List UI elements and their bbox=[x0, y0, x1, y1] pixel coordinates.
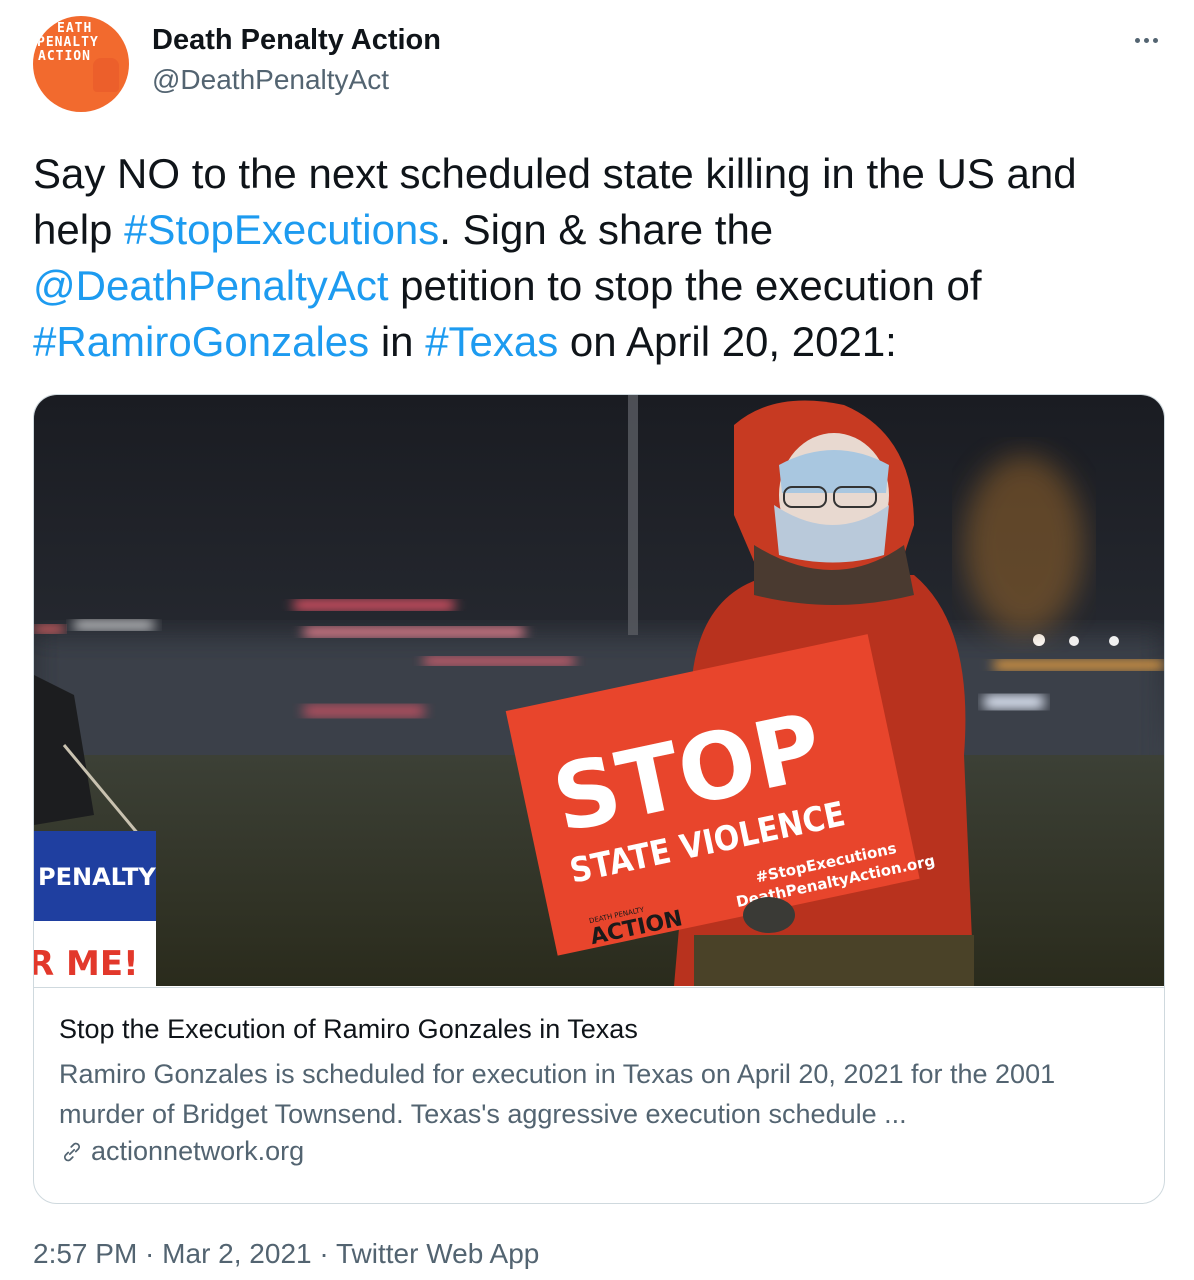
card-description: Ramiro Gonzales is scheduled for executi… bbox=[59, 1059, 1056, 1129]
footer-separator: · bbox=[137, 1238, 163, 1269]
card-domain-text: actionnetwork.org bbox=[91, 1136, 305, 1166]
tweet-line-1: Say NO to the next scheduled state killi… bbox=[33, 150, 1077, 197]
avatar-logo-line-2: PENALTY bbox=[37, 35, 99, 50]
tweet-after-stop: . Sign & share the bbox=[439, 206, 774, 253]
tweet-source[interactable]: Twitter Web App bbox=[336, 1238, 539, 1269]
card-photo: PENALTY R ME! STOP STATE VIOLENCE #StopE… bbox=[34, 395, 1164, 986]
mention-death-penalty-act[interactable]: @DeathPenaltyAct bbox=[33, 262, 388, 309]
more-options-button[interactable] bbox=[1126, 22, 1166, 58]
photo-scene: PENALTY R ME! STOP STATE VIOLENCE #StopE… bbox=[34, 395, 1164, 986]
tweet-in: in bbox=[369, 318, 426, 365]
hashtag-texas[interactable]: #Texas bbox=[425, 318, 558, 365]
card-domain: actionnetwork.org bbox=[59, 1136, 304, 1167]
card-meta[interactable]: Stop the Execution of Ramiro Gonzales in… bbox=[34, 987, 1164, 1203]
more-icon bbox=[1133, 37, 1160, 43]
tweet-time[interactable]: 2:57 PM bbox=[33, 1238, 137, 1269]
tweet-date[interactable]: Mar 2, 2021 bbox=[162, 1238, 311, 1269]
link-card[interactable]: PENALTY R ME! STOP STATE VIOLENCE #StopE… bbox=[33, 394, 1165, 1204]
left-sign-top-text: PENALTY bbox=[38, 863, 156, 891]
left-sign-bottom-text: R ME! bbox=[34, 944, 139, 984]
author-handle[interactable]: @DeathPenaltyAct bbox=[152, 64, 389, 96]
tweet-footer: 2:57 PM · Mar 2, 2021 · Twitter Web App bbox=[33, 1238, 539, 1270]
tweet-text: Say NO to the next scheduled state killi… bbox=[33, 146, 1163, 370]
tweet-after-texas: on April 20, 2021: bbox=[558, 318, 897, 365]
fist-icon bbox=[93, 58, 119, 92]
footer-separator: · bbox=[311, 1238, 336, 1269]
avatar-logo: EATH PENALTY ACTION bbox=[33, 16, 129, 64]
card-title: Stop the Execution of Ramiro Gonzales in… bbox=[59, 1014, 638, 1044]
link-icon bbox=[64, 1142, 80, 1161]
avatar[interactable]: EATH PENALTY ACTION bbox=[33, 16, 129, 112]
avatar-logo-line-1: EATH bbox=[57, 21, 93, 36]
hashtag-stop-executions[interactable]: #StopExecutions bbox=[124, 206, 439, 253]
author-name[interactable]: Death Penalty Action bbox=[152, 24, 441, 57]
hashtag-ramiro-gonzales[interactable]: #RamiroGonzales bbox=[33, 318, 369, 365]
tweet-after-mention: petition to stop the execution of bbox=[388, 262, 982, 309]
tweet-help: help bbox=[33, 206, 125, 253]
